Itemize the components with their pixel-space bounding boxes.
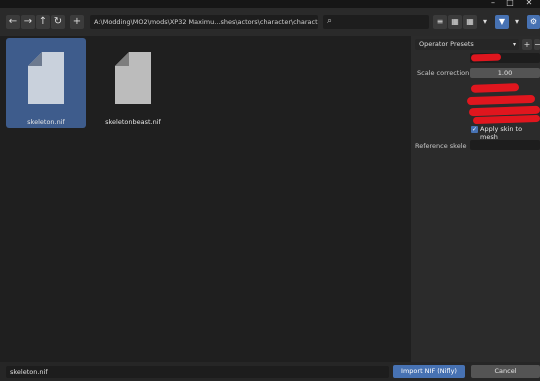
minimize-button[interactable]: –: [486, 0, 500, 7]
operator-presets-dropdown[interactable]: Operator Presets ▾: [415, 39, 519, 50]
view-dropdown-button[interactable]: ▾: [478, 15, 492, 29]
file-icon: [28, 52, 64, 104]
forward-button[interactable]: →: [21, 15, 35, 29]
filter-button[interactable]: ▼: [495, 15, 509, 29]
filter-dropdown-button[interactable]: ▾: [510, 15, 524, 29]
filename-input[interactable]: skeleton.nif: [6, 366, 389, 378]
forward-arrow-icon: →: [23, 16, 33, 27]
file-item-skeletonbeast[interactable]: skeletonbeast.nif: [93, 38, 173, 128]
back-button[interactable]: ←: [6, 15, 20, 29]
filter-icon: ▼: [498, 17, 506, 26]
bottom-bar: skeleton.nif Import NIF (Nifly) Cancel: [0, 362, 540, 381]
file-icon: [115, 52, 151, 104]
settings-button[interactable]: ⚙: [527, 15, 540, 29]
apply-skin-checkbox[interactable]: ✓: [471, 126, 478, 133]
redaction-mark: [470, 53, 502, 62]
back-arrow-icon: ←: [8, 16, 18, 27]
file-name-label: skeletonbeast.nif: [105, 118, 161, 126]
chevron-down-icon: ▾: [512, 41, 516, 48]
redaction-mark: [470, 83, 520, 93]
file-item-skeleton[interactable]: skeleton.nif: [6, 38, 86, 128]
redaction-mark: [472, 114, 540, 125]
thumbnail-size-button[interactable]: ▦: [463, 15, 477, 29]
operator-options-panel: Operator Presets ▾ + − Scale correction …: [411, 36, 540, 362]
thumbnail-view-button[interactable]: ▦: [448, 15, 462, 29]
apply-skin-label: Apply skin to mesh: [480, 125, 523, 141]
search-input[interactable]: ⌕: [323, 15, 429, 29]
cancel-button[interactable]: Cancel: [471, 365, 540, 378]
gear-icon: ⚙: [529, 17, 538, 26]
new-folder-button[interactable]: +: [70, 15, 84, 29]
reference-skele-field[interactable]: [470, 140, 540, 150]
directory-path-input[interactable]: A:\Modding\MO2\mods\XP32 Maximu...shes\a…: [90, 15, 318, 29]
chevron-down-icon: ▾: [482, 17, 487, 26]
up-arrow-icon: ↑: [38, 16, 48, 27]
list-view-icon: ≡: [436, 17, 444, 26]
new-folder-icon: +: [72, 16, 82, 27]
close-button[interactable]: ✕: [522, 0, 536, 7]
title-bar: – □ ✕: [0, 0, 540, 8]
chevron-down-icon: ▾: [514, 17, 519, 26]
maximize-button[interactable]: □: [503, 0, 517, 7]
add-preset-button[interactable]: +: [522, 39, 532, 50]
list-view-button[interactable]: ≡: [433, 15, 447, 29]
parent-directory-button[interactable]: ↑: [36, 15, 50, 29]
reference-skele-label: Reference skele: [415, 142, 467, 150]
file-name-label: skeleton.nif: [27, 118, 65, 126]
thumbnail-size-icon: ▦: [466, 17, 474, 26]
refresh-button[interactable]: ↻: [51, 15, 65, 29]
redaction-mark: [466, 94, 536, 106]
search-icon: ⌕: [327, 16, 333, 26]
scale-correction-label: Scale correction: [417, 69, 470, 77]
thumbnail-view-icon: ▦: [451, 17, 459, 26]
refresh-icon: ↻: [53, 16, 63, 27]
file-browser-area: skeleton.nif skeletonbeast.nif: [0, 36, 411, 362]
remove-preset-button[interactable]: −: [534, 39, 540, 50]
scale-correction-field[interactable]: 1.00: [470, 68, 540, 78]
operator-presets-label: Operator Presets: [419, 40, 474, 48]
file-browser-toolbar: ← → ↑ ↻ + A:\Modding\MO2\mods\XP32 Maxim…: [0, 8, 540, 36]
import-nif-button[interactable]: Import NIF (Nifly): [393, 365, 465, 378]
